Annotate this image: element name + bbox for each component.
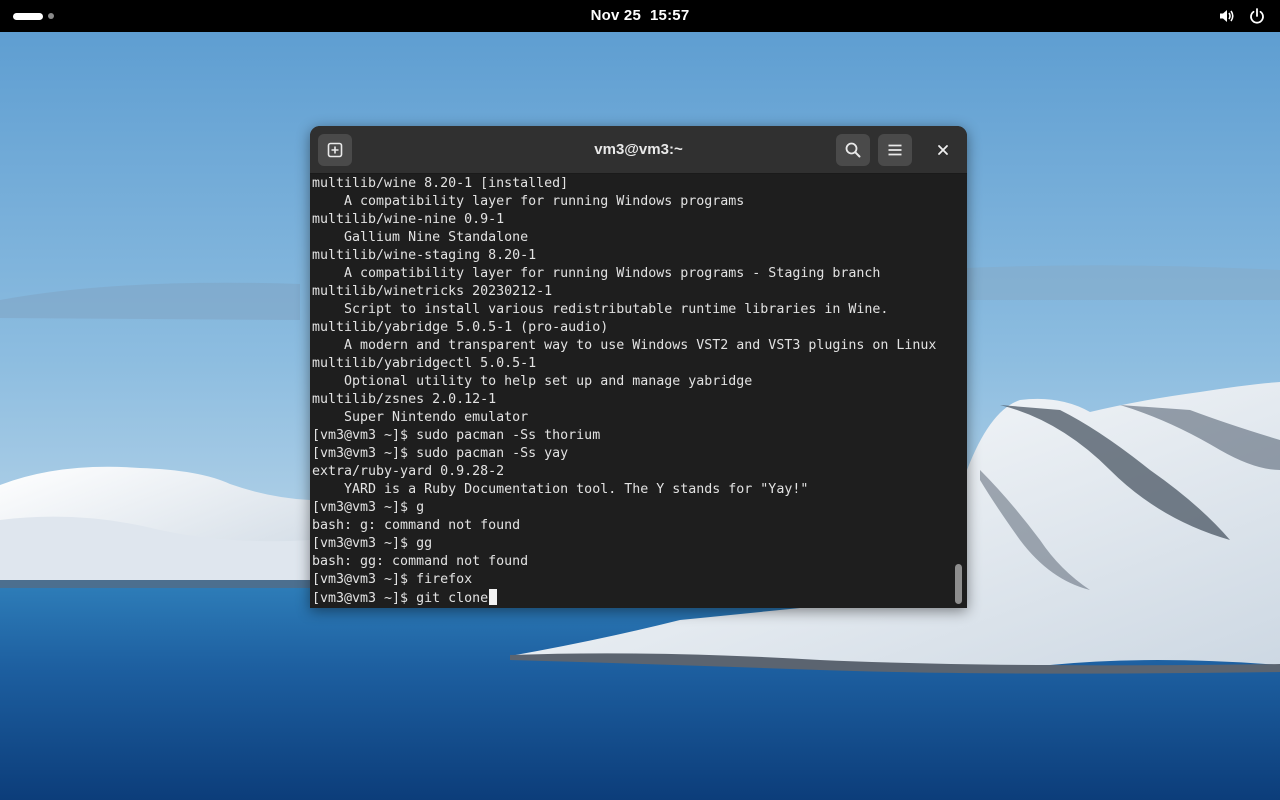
clock-time: 15:57: [650, 7, 690, 24]
clock-date: Nov 25: [590, 7, 641, 24]
close-icon: [938, 145, 948, 155]
terminal-line: multilib/wine-nine 0.9-1: [312, 212, 505, 227]
search-icon: [845, 142, 861, 158]
terminal-line: Optional utility to help set up and mana…: [312, 374, 753, 389]
terminal-line: [vm3@vm3 ~]$ sudo pacman -Ss thorium: [312, 428, 601, 443]
terminal-line: A compatibility layer for running Window…: [312, 194, 745, 209]
terminal-line: Super Nintendo emulator: [312, 410, 529, 425]
terminal-line: bash: g: command not found: [312, 518, 521, 533]
power-icon[interactable]: [1248, 7, 1266, 25]
system-tray[interactable]: [1218, 7, 1266, 25]
new-tab-icon: [327, 142, 343, 158]
terminal-line: A compatibility layer for running Window…: [312, 266, 881, 281]
terminal-line: bash: gg: command not found: [312, 554, 529, 569]
text-cursor: [489, 589, 498, 605]
main-menu-button[interactable]: [878, 134, 912, 166]
terminal-line: Script to install various redistributabl…: [312, 302, 889, 317]
window-title: vm3@vm3:~: [594, 141, 683, 158]
terminal-line: extra/ruby-yard 0.9.28-2: [312, 464, 505, 479]
prompt-input-text: [vm3@vm3 ~]$ git clone: [312, 591, 489, 606]
terminal-line: multilib/zsnes 2.0.12-1: [312, 392, 497, 407]
terminal-window[interactable]: vm3@vm3:~ multilib/wine 8.20-1 [installe…: [310, 126, 967, 608]
terminal-line: [vm3@vm3 ~]$ gg: [312, 536, 433, 551]
terminal-line: YARD is a Ruby Documentation tool. The Y…: [312, 482, 809, 497]
close-window-button[interactable]: [932, 139, 954, 161]
new-tab-button[interactable]: [318, 134, 352, 166]
top-bar: Nov 25 15:57: [0, 0, 1280, 32]
hamburger-menu-icon: [888, 144, 902, 156]
volume-icon[interactable]: [1218, 7, 1236, 25]
terminal-output[interactable]: multilib/wine 8.20-1 [installed] A compa…: [312, 175, 952, 608]
clock[interactable]: Nov 25 15:57: [0, 0, 1280, 32]
terminal-line: multilib/wine 8.20-1 [installed]: [312, 176, 569, 191]
window-headerbar[interactable]: vm3@vm3:~: [310, 126, 967, 174]
terminal-scrollbar[interactable]: [955, 564, 962, 604]
terminal-line: Gallium Nine Standalone: [312, 230, 529, 245]
terminal-line: multilib/yabridgectl 5.0.5-1: [312, 356, 537, 371]
terminal-line: multilib/winetricks 20230212-1: [312, 284, 553, 299]
terminal-line: [vm3@vm3 ~]$ firefox: [312, 572, 473, 587]
terminal-line: A modern and transparent way to use Wind…: [312, 338, 937, 353]
terminal-line: [vm3@vm3 ~]$ sudo pacman -Ss yay: [312, 446, 569, 461]
terminal-line: multilib/wine-staging 8.20-1: [312, 248, 537, 263]
terminal-line: [vm3@vm3 ~]$ g: [312, 500, 425, 515]
search-button[interactable]: [836, 134, 870, 166]
terminal-line: multilib/yabridge 5.0.5-1 (pro-audio): [312, 320, 609, 335]
terminal-prompt-line[interactable]: [vm3@vm3 ~]$ git clone: [312, 589, 952, 607]
